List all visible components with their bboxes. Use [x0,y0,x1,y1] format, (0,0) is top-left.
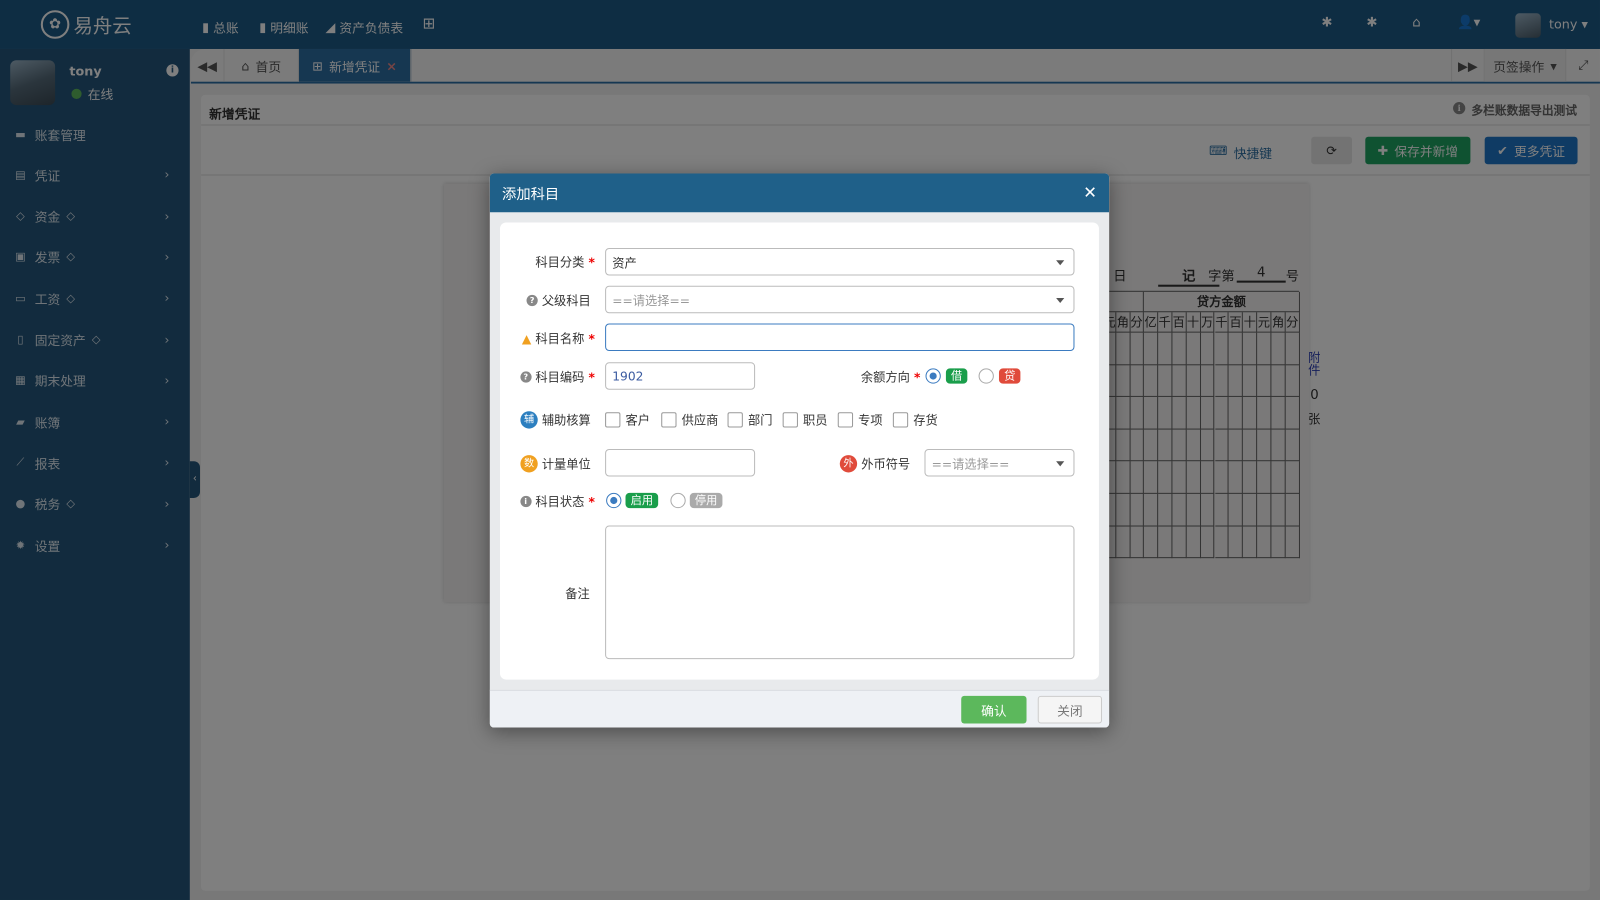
name-input[interactable] [605,323,1075,352]
label-text: 备注 [565,586,590,602]
label-text: 辅助核算 [541,413,591,428]
checkbox-label: 存货 [913,413,938,428]
chevron-down-icon [1056,260,1065,266]
auxiliary-checkbox[interactable]: 存货 [892,411,938,428]
auxiliary-checkbox[interactable]: 专项 [837,411,883,428]
unit-label: 数计量单位 [520,455,591,473]
name-label: ▲ 科目名称 * [521,331,595,346]
unit-input[interactable] [605,448,756,477]
chevron-down-icon [1056,461,1065,467]
label-text: 科目分类 [535,255,585,270]
direction-label: 余额方向 * [860,369,921,385]
label-text: 计量单位 [541,457,591,472]
unit-badge-icon: 数 [520,455,538,473]
dialog-header: 添加科目 [489,173,1110,213]
disabled-badge[interactable]: 停用 [689,492,723,509]
warning-icon: ▲ [521,331,532,346]
info-icon: i [520,495,532,508]
auxiliary-label: 辅辅助核算 [520,411,591,429]
direction-credit-radio[interactable] [978,368,994,384]
status-disabled-radio[interactable] [670,492,686,509]
select-placeholder: ==请选择== [612,293,691,309]
auxiliary-checkbox[interactable]: 供应商 [661,411,718,428]
remark-textarea[interactable] [605,525,1075,660]
dialog-title: 添加科目 [502,186,560,204]
label-text: 科目状态 [535,494,585,510]
checkbox-label: 专项 [858,413,883,428]
checkbox[interactable] [605,412,621,428]
button-label: 确认 [981,703,1007,719]
select-value: 资产 [612,256,637,271]
currency-label: 外外币符号 [839,455,911,473]
checkbox[interactable] [782,412,798,428]
checkbox[interactable] [837,412,854,428]
status-enabled-radio[interactable] [606,492,622,509]
parent-select[interactable]: ==请选择== [605,285,1075,314]
auxiliary-checkbox[interactable]: 职员 [782,411,828,428]
select-placeholder: ==请选择== [931,457,1010,472]
label-text: 余额方向 [860,370,910,385]
label-text: 科目编码 [535,370,585,385]
checkbox-label: 供应商 [681,413,719,428]
currency-select[interactable]: ==请选择== [924,448,1075,477]
category-select[interactable]: 资产 [605,247,1075,276]
parent-label: ? 父级科目 [526,292,591,309]
chevron-down-icon [1056,297,1065,304]
direction-debit-radio[interactable] [925,368,941,384]
close-icon[interactable]: ✕ [1083,183,1097,202]
close-button[interactable]: 关闭 [1037,695,1103,724]
label-text: 外币符号 [861,457,911,472]
label-text: 科目名称 [535,331,585,346]
enabled-badge[interactable]: 启用 [625,492,659,509]
help-icon[interactable]: ? [526,294,538,307]
debit-badge[interactable]: 借 [945,368,968,384]
category-label: 科目分类 * [535,254,595,270]
code-label: ? 科目编码 * [520,368,595,385]
confirm-button[interactable]: 确认 [961,695,1027,724]
code-input[interactable] [605,362,756,390]
auxiliary-badge-icon: 辅 [520,411,538,429]
currency-badge-icon: 外 [839,455,858,473]
button-label: 关闭 [1057,703,1083,719]
checkbox-label: 部门 [747,413,773,428]
auxiliary-checkbox[interactable]: 部门 [727,411,773,428]
add-account-dialog: 添加科目 ✕ 科目分类 * 资产 ? 父级科目 ==请选择== ▲ 科目名称 * ? 科目… [489,173,1110,728]
label-text: 父级科目 [541,293,591,309]
credit-badge[interactable]: 贷 [998,368,1021,384]
help-icon[interactable]: ? [520,371,532,383]
checkbox[interactable] [661,412,677,428]
checkbox-label: 客户 [625,413,651,428]
auxiliary-checkbox[interactable]: 客户 [605,411,650,428]
checkbox[interactable] [727,412,743,428]
checkbox[interactable] [892,412,909,428]
checkbox-label: 职员 [803,413,828,428]
status-label: i 科目状态 * [520,493,595,510]
remark-label: 备注 [565,585,590,602]
